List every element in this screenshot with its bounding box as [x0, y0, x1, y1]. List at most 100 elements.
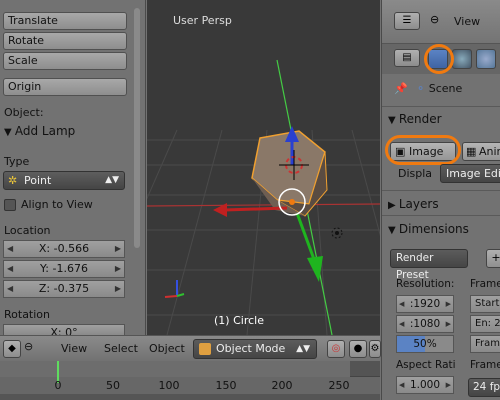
viewport-scene	[147, 59, 380, 335]
dimensions-panel-header[interactable]: Dimensions	[388, 222, 469, 236]
origin-button[interactable]: Origin	[3, 78, 127, 96]
translate-button[interactable]: Translate	[3, 12, 127, 30]
editor-type-button[interactable]: ◆	[3, 340, 21, 358]
frame-start-field[interactable]: Start	[470, 295, 500, 313]
aspect-x-field[interactable]: ◀ 1.000 ▶	[396, 376, 454, 394]
frame-end-field[interactable]: En: 2	[470, 315, 500, 333]
frame-end-value: En: 2	[475, 318, 500, 329]
timeline[interactable]: 0 50 100 150 200 250	[0, 361, 380, 400]
timeline-tick: 100	[158, 379, 180, 392]
increment-arrow-icon[interactable]: ▶	[446, 316, 451, 332]
object-label: Object:	[4, 106, 44, 119]
display-label: Displa	[398, 167, 433, 180]
menu-select[interactable]: Select	[104, 342, 138, 355]
divider	[382, 215, 500, 216]
object-mode-dropdown[interactable]: Object Mode ▲▼	[193, 339, 317, 359]
timeline-tick: 0	[54, 379, 62, 392]
timeline-scrollbar[interactable]	[0, 394, 380, 400]
object-origin-dot	[289, 199, 295, 205]
viewport-shading-icon[interactable]: ●	[349, 340, 367, 358]
resolution-y-value: :1080	[409, 318, 441, 330]
x-axis-handle[interactable]	[224, 206, 288, 212]
world-tab-icon[interactable]	[476, 49, 496, 69]
location-z-value: Z: -0.375	[38, 282, 90, 295]
film-icon: ▦	[466, 145, 477, 158]
aspect-x-value: 1.000	[409, 379, 441, 391]
increment-arrow-icon[interactable]: ▶	[115, 281, 121, 297]
checkbox-box[interactable]	[4, 198, 16, 211]
frame-step-field[interactable]: Frame	[470, 335, 500, 353]
timeline-tick: 250	[328, 379, 350, 392]
timeline-tick: 200	[271, 379, 293, 392]
tool-shelf-scrollbar[interactable]	[134, 8, 140, 248]
mode-value: Object Mode	[216, 342, 286, 355]
decrement-arrow-icon[interactable]: ◀	[7, 261, 13, 277]
frame-range	[0, 361, 350, 377]
3d-viewport[interactable]: User Persp (1) Circle	[147, 0, 380, 335]
scene-name: Scene	[428, 82, 463, 95]
pin-icon[interactable]: 📌	[394, 82, 408, 95]
resolution-percentage-slider[interactable]: 50%	[396, 335, 454, 353]
location-x-value: X: -0.566	[38, 242, 90, 255]
location-y-value: Y: -1.676	[40, 262, 88, 275]
render-layers-tab-icon[interactable]	[452, 49, 472, 69]
properties-editor: ☰ ⊖ View ▤ 📌 ⚬ Scene Render ▣Image ▦Anim…	[381, 0, 500, 400]
image-button-highlight	[385, 135, 461, 165]
divider	[382, 190, 500, 191]
decrement-arrow-icon[interactable]: ◀	[7, 281, 13, 297]
rotate-button[interactable]: Rotate	[3, 32, 127, 50]
increment-arrow-icon[interactable]: ▶	[115, 241, 121, 257]
increment-arrow-icon[interactable]: ▶	[446, 377, 451, 393]
tool-shelf: Translate Rotate Scale Origin Object: Ad…	[0, 0, 146, 336]
decrement-arrow-icon[interactable]: ◀	[399, 296, 404, 312]
location-y-field[interactable]: ◀ Y: -1.676 ▶	[3, 260, 125, 278]
increment-arrow-icon[interactable]: ▶	[446, 296, 451, 312]
location-label: Location	[4, 224, 51, 237]
lamp-type-dropdown[interactable]: ✲ Point ▲▼	[3, 171, 125, 190]
scene-context: ⚬ Scene	[416, 82, 462, 95]
collapse-icon[interactable]: ⊖	[430, 13, 439, 26]
aspect-ratio-label: Aspect Rati	[396, 359, 456, 371]
location-x-field[interactable]: ◀ X: -0.566 ▶	[3, 240, 125, 258]
outliner-header: ☰ ⊖ View	[382, 0, 500, 44]
type-label: Type	[4, 155, 30, 168]
viewport-status: (1) Circle	[214, 314, 264, 327]
render-tab-highlight	[424, 44, 454, 74]
add-preset-button[interactable]: +	[486, 249, 500, 268]
outliner-editor-button[interactable]: ☰	[394, 12, 420, 30]
align-to-view-checkbox[interactable]: Align to View	[4, 198, 93, 211]
layers-panel-header[interactable]: Layers	[388, 197, 439, 211]
frame-rate-dropdown[interactable]: 24 fps	[468, 378, 500, 397]
render-animation-label: Anim	[479, 145, 500, 158]
timeline-tick: 150	[215, 379, 237, 392]
render-animation-button[interactable]: ▦Anim	[462, 142, 500, 161]
render-panel-header[interactable]: Render	[388, 112, 442, 126]
outliner-view-menu[interactable]: View	[454, 15, 480, 28]
lamp-type-value: Point	[24, 174, 52, 187]
expand-icon[interactable]: ⊖	[24, 340, 33, 353]
frame-range-label: Frame	[470, 278, 500, 290]
operator-panel-header[interactable]: Add Lamp	[4, 124, 75, 138]
menu-object[interactable]: Object	[149, 342, 185, 355]
lamp-icon: ✲	[8, 174, 18, 187]
viewport-title: User Persp	[173, 14, 232, 27]
render-presets-dropdown[interactable]: Render Preset	[390, 249, 468, 281]
resolution-x-field[interactable]: ◀ :1920 ▶	[396, 295, 454, 313]
menu-view[interactable]: View	[61, 342, 87, 355]
pivot-button[interactable]: ⚙	[369, 340, 381, 358]
increment-arrow-icon[interactable]: ▶	[115, 261, 121, 277]
resolution-x-value: :1920	[409, 298, 441, 310]
decrement-arrow-icon[interactable]: ◀	[399, 316, 404, 332]
resolution-label: Resolution:	[396, 278, 455, 290]
resolution-y-field[interactable]: ◀ :1080 ▶	[396, 315, 454, 333]
properties-editor-button[interactable]: ▤	[394, 49, 420, 67]
decrement-arrow-icon[interactable]: ◀	[399, 377, 404, 393]
shading-button[interactable]: ◎	[327, 340, 345, 358]
decrement-arrow-icon[interactable]: ◀	[7, 241, 13, 257]
frame-step-value: Frame	[475, 338, 500, 349]
location-z-field[interactable]: ◀ Z: -0.375 ▶	[3, 280, 125, 298]
scale-button[interactable]: Scale	[3, 52, 127, 70]
display-dropdown[interactable]: Image Edito	[440, 164, 500, 183]
divider	[382, 106, 500, 107]
frame-rate-label: Frame	[470, 359, 500, 371]
